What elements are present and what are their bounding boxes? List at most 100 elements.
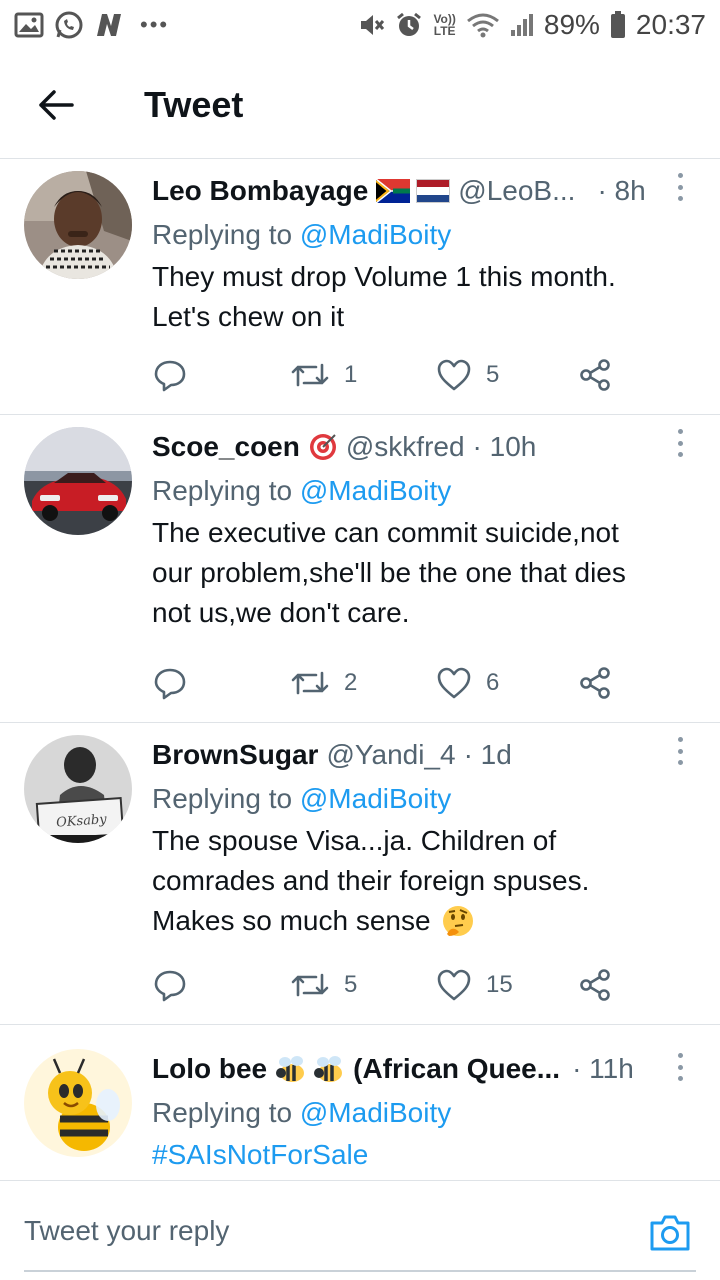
more-icon xyxy=(677,737,683,742)
avatar[interactable] xyxy=(24,1049,132,1157)
back-arrow-icon xyxy=(39,90,74,120)
user-handle[interactable]: @LeoB... xyxy=(458,175,575,207)
like-icon xyxy=(437,359,471,391)
display-name[interactable]: BrownSugar xyxy=(152,739,318,771)
retweet-button[interactable]: 1 xyxy=(290,359,357,391)
retweet-button[interactable]: 5 xyxy=(290,969,357,1001)
mention-link[interactable]: @MadiBoity xyxy=(300,219,451,250)
camera-button[interactable] xyxy=(648,1211,692,1255)
whatsapp-icon xyxy=(54,10,84,40)
tweet-time: · 10h xyxy=(472,431,537,462)
display-name[interactable]: Leo Bombayage xyxy=(152,175,368,207)
reply-icon xyxy=(154,970,186,1002)
tweet-time: · 11h xyxy=(572,1053,634,1084)
display-name-suffix[interactable]: (African Quee... xyxy=(353,1053,560,1085)
netherlands-flag-icon xyxy=(416,179,451,203)
south-africa-flag-icon xyxy=(376,179,411,203)
clock: 20:37 xyxy=(635,9,706,40)
tweet-text: The executive can commit suicide,not our… xyxy=(152,517,626,628)
page-title: Tweet xyxy=(144,84,244,125)
more-options-button[interactable] xyxy=(668,1051,692,1083)
replying-to: Replying to @MadiBoity xyxy=(152,1097,452,1128)
bee-icon xyxy=(276,1056,305,1082)
share-button[interactable] xyxy=(578,358,612,392)
user-handle[interactable]: @Yandi_4 xyxy=(326,739,455,771)
status-bar-left: ••• xyxy=(14,10,169,40)
like-button[interactable]: 15 xyxy=(436,968,513,1002)
tweet-body: Lolo bee (African Quee... · 11h Replying… xyxy=(152,1049,700,1175)
like-count: 15 xyxy=(486,971,513,998)
image-icon xyxy=(14,12,44,38)
share-icon xyxy=(580,969,610,1001)
mention-link[interactable]: @MadiBoity xyxy=(300,1097,451,1128)
tweet-header: Lolo bee (African Quee... · 11h xyxy=(152,1049,700,1089)
tweet-time: · 8h xyxy=(597,175,646,206)
more-options-button[interactable] xyxy=(668,427,692,459)
n-app-icon xyxy=(94,12,124,38)
battery-icon xyxy=(610,11,626,39)
retweet-count: 1 xyxy=(344,361,358,388)
display-name[interactable]: Lolo bee xyxy=(152,1053,267,1085)
flag-emojis xyxy=(376,179,451,203)
like-icon xyxy=(437,667,471,699)
hashtag-link[interactable]: #SAIsNotForSale xyxy=(152,1135,700,1175)
more-icon xyxy=(677,429,683,434)
status-bar-right: Vo)) LTE 89% 20:37 xyxy=(357,9,706,41)
reply-button[interactable] xyxy=(152,357,188,393)
tweet[interactable]: Leo Bombayage @LeoB... · 8h Replying to … xyxy=(0,159,720,415)
back-button[interactable] xyxy=(20,69,92,141)
like-count: 6 xyxy=(486,669,500,696)
user-handle[interactable]: @skkfred xyxy=(346,431,465,463)
target-icon xyxy=(309,434,336,460)
tweet-header: Leo Bombayage @LeoB... · 8h xyxy=(152,171,700,211)
retweet-count: 5 xyxy=(344,971,358,998)
retweet-button[interactable]: 2 xyxy=(290,667,357,699)
more-icon xyxy=(677,1053,683,1058)
like-count: 5 xyxy=(486,361,500,388)
notification-overflow-dots: ••• xyxy=(140,12,170,37)
retweet-icon xyxy=(291,671,329,695)
battery-percent: 89% xyxy=(543,9,600,40)
mute-icon xyxy=(357,11,385,39)
tweet-text: The spouse Visa...ja. Children of comrad… xyxy=(152,825,590,936)
tweet-header: Scoe_coen @skkfred · 10h xyxy=(152,427,700,467)
tweet-body: BrownSugar @Yandi_4 · 1d Replying to @Ma… xyxy=(152,735,700,941)
tweet-actions: 2 6 xyxy=(152,663,660,703)
status-bar: ••• Vo)) LTE 89% 20:37 xyxy=(0,0,720,50)
wifi-icon xyxy=(466,11,500,39)
tweet[interactable]: OKsaby BrownSugar @Yandi_4 · 1d Replying… xyxy=(0,723,720,1025)
like-icon xyxy=(437,969,471,1001)
alarm-icon xyxy=(395,11,423,39)
reply-input[interactable] xyxy=(24,1211,584,1251)
retweet-count: 2 xyxy=(344,669,358,696)
bee-emojis xyxy=(275,1054,345,1084)
more-options-button[interactable] xyxy=(668,171,692,203)
like-button[interactable]: 6 xyxy=(436,666,499,700)
tweet[interactable]: Lolo bee (African Quee... · 11h Replying… xyxy=(0,1025,720,1179)
tweet-header: BrownSugar @Yandi_4 · 1d xyxy=(152,735,700,775)
share-button[interactable] xyxy=(578,666,612,700)
avatar[interactable]: OKsaby xyxy=(24,735,132,843)
thinking-face-icon xyxy=(442,906,473,936)
retweet-icon xyxy=(291,973,329,997)
reply-list[interactable]: Leo Bombayage @LeoB... · 8h Replying to … xyxy=(0,159,720,1179)
mention-link[interactable]: @MadiBoity xyxy=(300,783,451,814)
volte-icon: Vo)) LTE xyxy=(433,12,456,38)
more-options-button[interactable] xyxy=(668,735,692,767)
replying-to: Replying to @MadiBoity xyxy=(152,219,452,250)
tweet-actions: 1 5 xyxy=(152,355,660,395)
tweet-time: · 1d xyxy=(463,739,512,770)
tweet[interactable]: Scoe_coen @skkfred · 10h Replying to @Ma… xyxy=(0,415,720,723)
avatar[interactable] xyxy=(24,427,132,535)
reply-button[interactable] xyxy=(152,665,188,701)
tweet-body: Leo Bombayage @LeoB... · 8h Replying to … xyxy=(152,171,700,337)
avatar[interactable] xyxy=(24,171,132,279)
retweet-icon xyxy=(291,363,329,387)
display-name[interactable]: Scoe_coen xyxy=(152,431,300,463)
share-button[interactable] xyxy=(578,968,612,1002)
reply-button[interactable] xyxy=(152,967,188,1003)
mention-link[interactable]: @MadiBoity xyxy=(300,475,451,506)
tweet-body: Scoe_coen @skkfred · 10h Replying to @Ma… xyxy=(152,427,700,633)
like-button[interactable]: 5 xyxy=(436,358,499,392)
camera-icon xyxy=(650,1215,690,1251)
